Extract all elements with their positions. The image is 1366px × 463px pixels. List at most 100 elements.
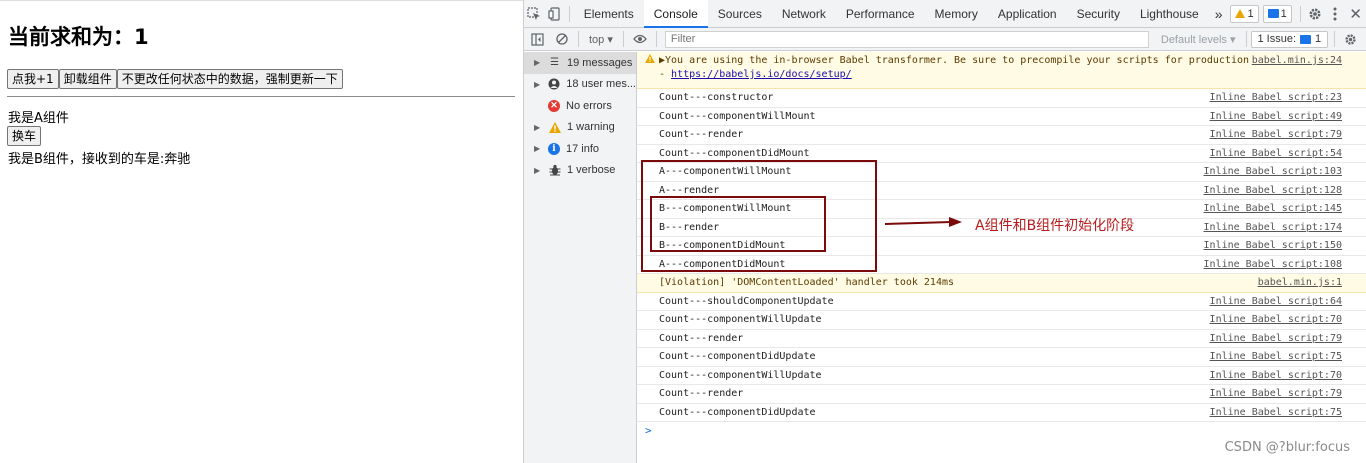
- expand-caret-icon: ▶: [534, 165, 541, 175]
- tab-security[interactable]: Security: [1067, 0, 1130, 28]
- device-toolbar-icon[interactable]: [545, 0, 566, 28]
- sidebar-item-messages[interactable]: ▶ ☰ 19 messages: [524, 52, 636, 74]
- sidebar-toggle-icon[interactable]: [524, 28, 550, 51]
- message-source-link[interactable]: Inline Babel script:54: [1210, 145, 1342, 163]
- toolbar-separator: [578, 31, 579, 47]
- sidebar-item-errors[interactable]: ✕ No errors: [524, 95, 636, 117]
- issues-count: 1: [1315, 33, 1322, 45]
- message-source-link[interactable]: Inline Babel script:75: [1210, 348, 1342, 366]
- unmount-button[interactable]: 卸载组件: [58, 69, 117, 89]
- message-source-link[interactable]: Inline Babel script:49: [1210, 108, 1342, 126]
- filter-input[interactable]: [664, 30, 1149, 48]
- log-message: Count---componentWillMount Inline Babel s…: [637, 108, 1366, 126]
- babel-docs-link[interactable]: https://babeljs.io/docs/setup/: [671, 69, 852, 80]
- message-source-link[interactable]: Inline Babel script:145: [1204, 200, 1342, 218]
- tab-elements[interactable]: Elements: [574, 0, 644, 28]
- swap-car-button[interactable]: 换车: [7, 126, 42, 146]
- force-update-button[interactable]: 不更改任何状态中的数据，强制更新一下: [116, 69, 343, 89]
- message-source-link[interactable]: Inline Babel script:128: [1204, 182, 1342, 200]
- tab-console[interactable]: Console: [643, 0, 708, 28]
- log-message: Count---componentDidUpdate Inline Babel s…: [637, 348, 1366, 367]
- warning-icon: [548, 121, 561, 134]
- sidebar-item-verbose[interactable]: ▶ 1 verbose: [524, 160, 636, 182]
- settings-gear-icon[interactable]: [1304, 0, 1325, 28]
- tab-lighthouse[interactable]: Lighthouse: [1130, 0, 1209, 28]
- message-source-link[interactable]: Inline Babel script:70: [1210, 311, 1342, 329]
- expand-caret-icon: ▶: [534, 79, 541, 89]
- levels-select-value: Default levels: [1160, 33, 1227, 46]
- issues-button[interactable]: 1 Issue: 1: [1250, 30, 1329, 48]
- log-message: Count---componentDidUpdate Inline Babel s…: [637, 404, 1366, 422]
- close-icon[interactable]: ✕: [1345, 0, 1366, 28]
- log-text: Count---componentWillUpdate: [659, 314, 822, 325]
- more-tabs-button[interactable]: »: [1209, 0, 1229, 28]
- log-text: Count---componentDidMount: [659, 147, 810, 159]
- context-select[interactable]: top ▾: [583, 33, 619, 46]
- warning-icon: [645, 54, 655, 68]
- inspect-element-icon[interactable]: [524, 0, 545, 28]
- log-message: Count---render Inline Babel script:79: [637, 126, 1366, 145]
- more-options-icon[interactable]: [1325, 0, 1346, 28]
- message-source-link[interactable]: Inline Babel script:103: [1204, 163, 1342, 181]
- button-row: 点我+1 卸载组件 不更改任何状态中的数据，强制更新一下: [7, 69, 343, 89]
- sidebar-item-label: 1 verbose: [567, 164, 616, 177]
- sum-heading: 当前求和为：1: [8, 25, 149, 49]
- sidebar-item-label: No errors: [566, 99, 612, 112]
- log-text: Count---render: [659, 129, 744, 140]
- message-source-link[interactable]: Inline Babel script:150: [1204, 237, 1342, 255]
- tab-memory[interactable]: Memory: [925, 0, 988, 28]
- message-source-link[interactable]: Inline Babel script:75: [1210, 404, 1342, 422]
- warnings-count: 1: [1247, 7, 1254, 20]
- divider: [7, 96, 515, 97]
- log-message: Count---render Inline Babel script:79: [637, 385, 1366, 404]
- sidebar-item-warnings[interactable]: ▶ 1 warning: [524, 117, 636, 139]
- message-source-link[interactable]: Inline Babel script:64: [1210, 293, 1342, 311]
- tab-application[interactable]: Application: [988, 0, 1067, 28]
- log-text: Count---constructor: [659, 92, 774, 103]
- clear-console-icon[interactable]: [550, 28, 574, 51]
- levels-select[interactable]: Default levels ▾: [1155, 33, 1242, 46]
- devtools-panel: Elements Console Sources Network Perform…: [523, 0, 1366, 463]
- message-icon: [1267, 9, 1279, 18]
- sidebar-item-label: 18 user mes...: [566, 78, 636, 91]
- message-source-link[interactable]: Inline Babel script:108: [1204, 256, 1342, 274]
- warnings-badge[interactable]: 1: [1230, 4, 1259, 23]
- tab-network[interactable]: Network: [772, 0, 836, 28]
- messages-badge[interactable]: 1: [1262, 4, 1292, 23]
- inner-highlight-box: [650, 196, 826, 252]
- message-source-link[interactable]: Inline Babel script:79: [1210, 385, 1342, 403]
- rendered-page: 当前求和为：1 点我+1 卸载组件 不更改任何状态中的数据，强制更新一下 我是A…: [0, 0, 523, 463]
- annotation-label: A组件和B组件初始化阶段: [975, 218, 1135, 234]
- console-prompt[interactable]: >: [637, 422, 1366, 440]
- message-source-link[interactable]: Inline Babel script:70: [1210, 367, 1342, 385]
- log-message: Count---constructor Inline Babel script:2…: [637, 89, 1366, 108]
- sidebar-item-info[interactable]: ▶ i 17 info: [524, 138, 636, 160]
- user-icon: [548, 78, 561, 91]
- console-settings-gear-icon[interactable]: [1339, 28, 1361, 51]
- log-message: Count---shouldComponentUpdate Inline Babe…: [637, 293, 1366, 311]
- log-text: Count---componentDidUpdate: [659, 406, 816, 418]
- messages-count: 1: [1280, 7, 1287, 20]
- message-source-link[interactable]: Inline Babel script:79: [1210, 330, 1342, 348]
- tab-performance[interactable]: Performance: [836, 0, 925, 28]
- live-expression-eye-icon[interactable]: [628, 28, 652, 51]
- message-source-link[interactable]: Inline Babel script:174: [1204, 219, 1342, 237]
- log-message: Count---componentWillUpdate Inline Babel …: [637, 311, 1366, 330]
- toolbar-separator: [1334, 31, 1336, 47]
- toolbar-separator: [655, 31, 657, 47]
- message-source-link[interactable]: babel.min.js:1: [1258, 274, 1342, 292]
- list-icon: ☰: [550, 57, 559, 69]
- log-text: Count---componentWillUpdate: [659, 369, 822, 381]
- log-message: Count---componentWillUpdate Inline Babel …: [637, 367, 1366, 385]
- message-source-link[interactable]: Inline Babel script:23: [1210, 89, 1342, 107]
- error-icon: ✕: [548, 99, 560, 112]
- message-source-link[interactable]: babel.min.js:24: [1252, 54, 1342, 68]
- log-text: Count---componentDidUpdate: [659, 351, 816, 362]
- message-source-link[interactable]: Inline Babel script:79: [1210, 126, 1342, 144]
- tab-separator: [569, 5, 570, 22]
- tab-sources[interactable]: Sources: [708, 0, 772, 28]
- sidebar-item-user-messages[interactable]: ▶ 18 user mes...: [524, 74, 636, 96]
- increment-button[interactable]: 点我+1: [7, 69, 59, 89]
- devtools-tabbar: Elements Console Sources Network Perform…: [524, 0, 1366, 28]
- log-message: Count---render Inline Babel script:79: [637, 330, 1366, 348]
